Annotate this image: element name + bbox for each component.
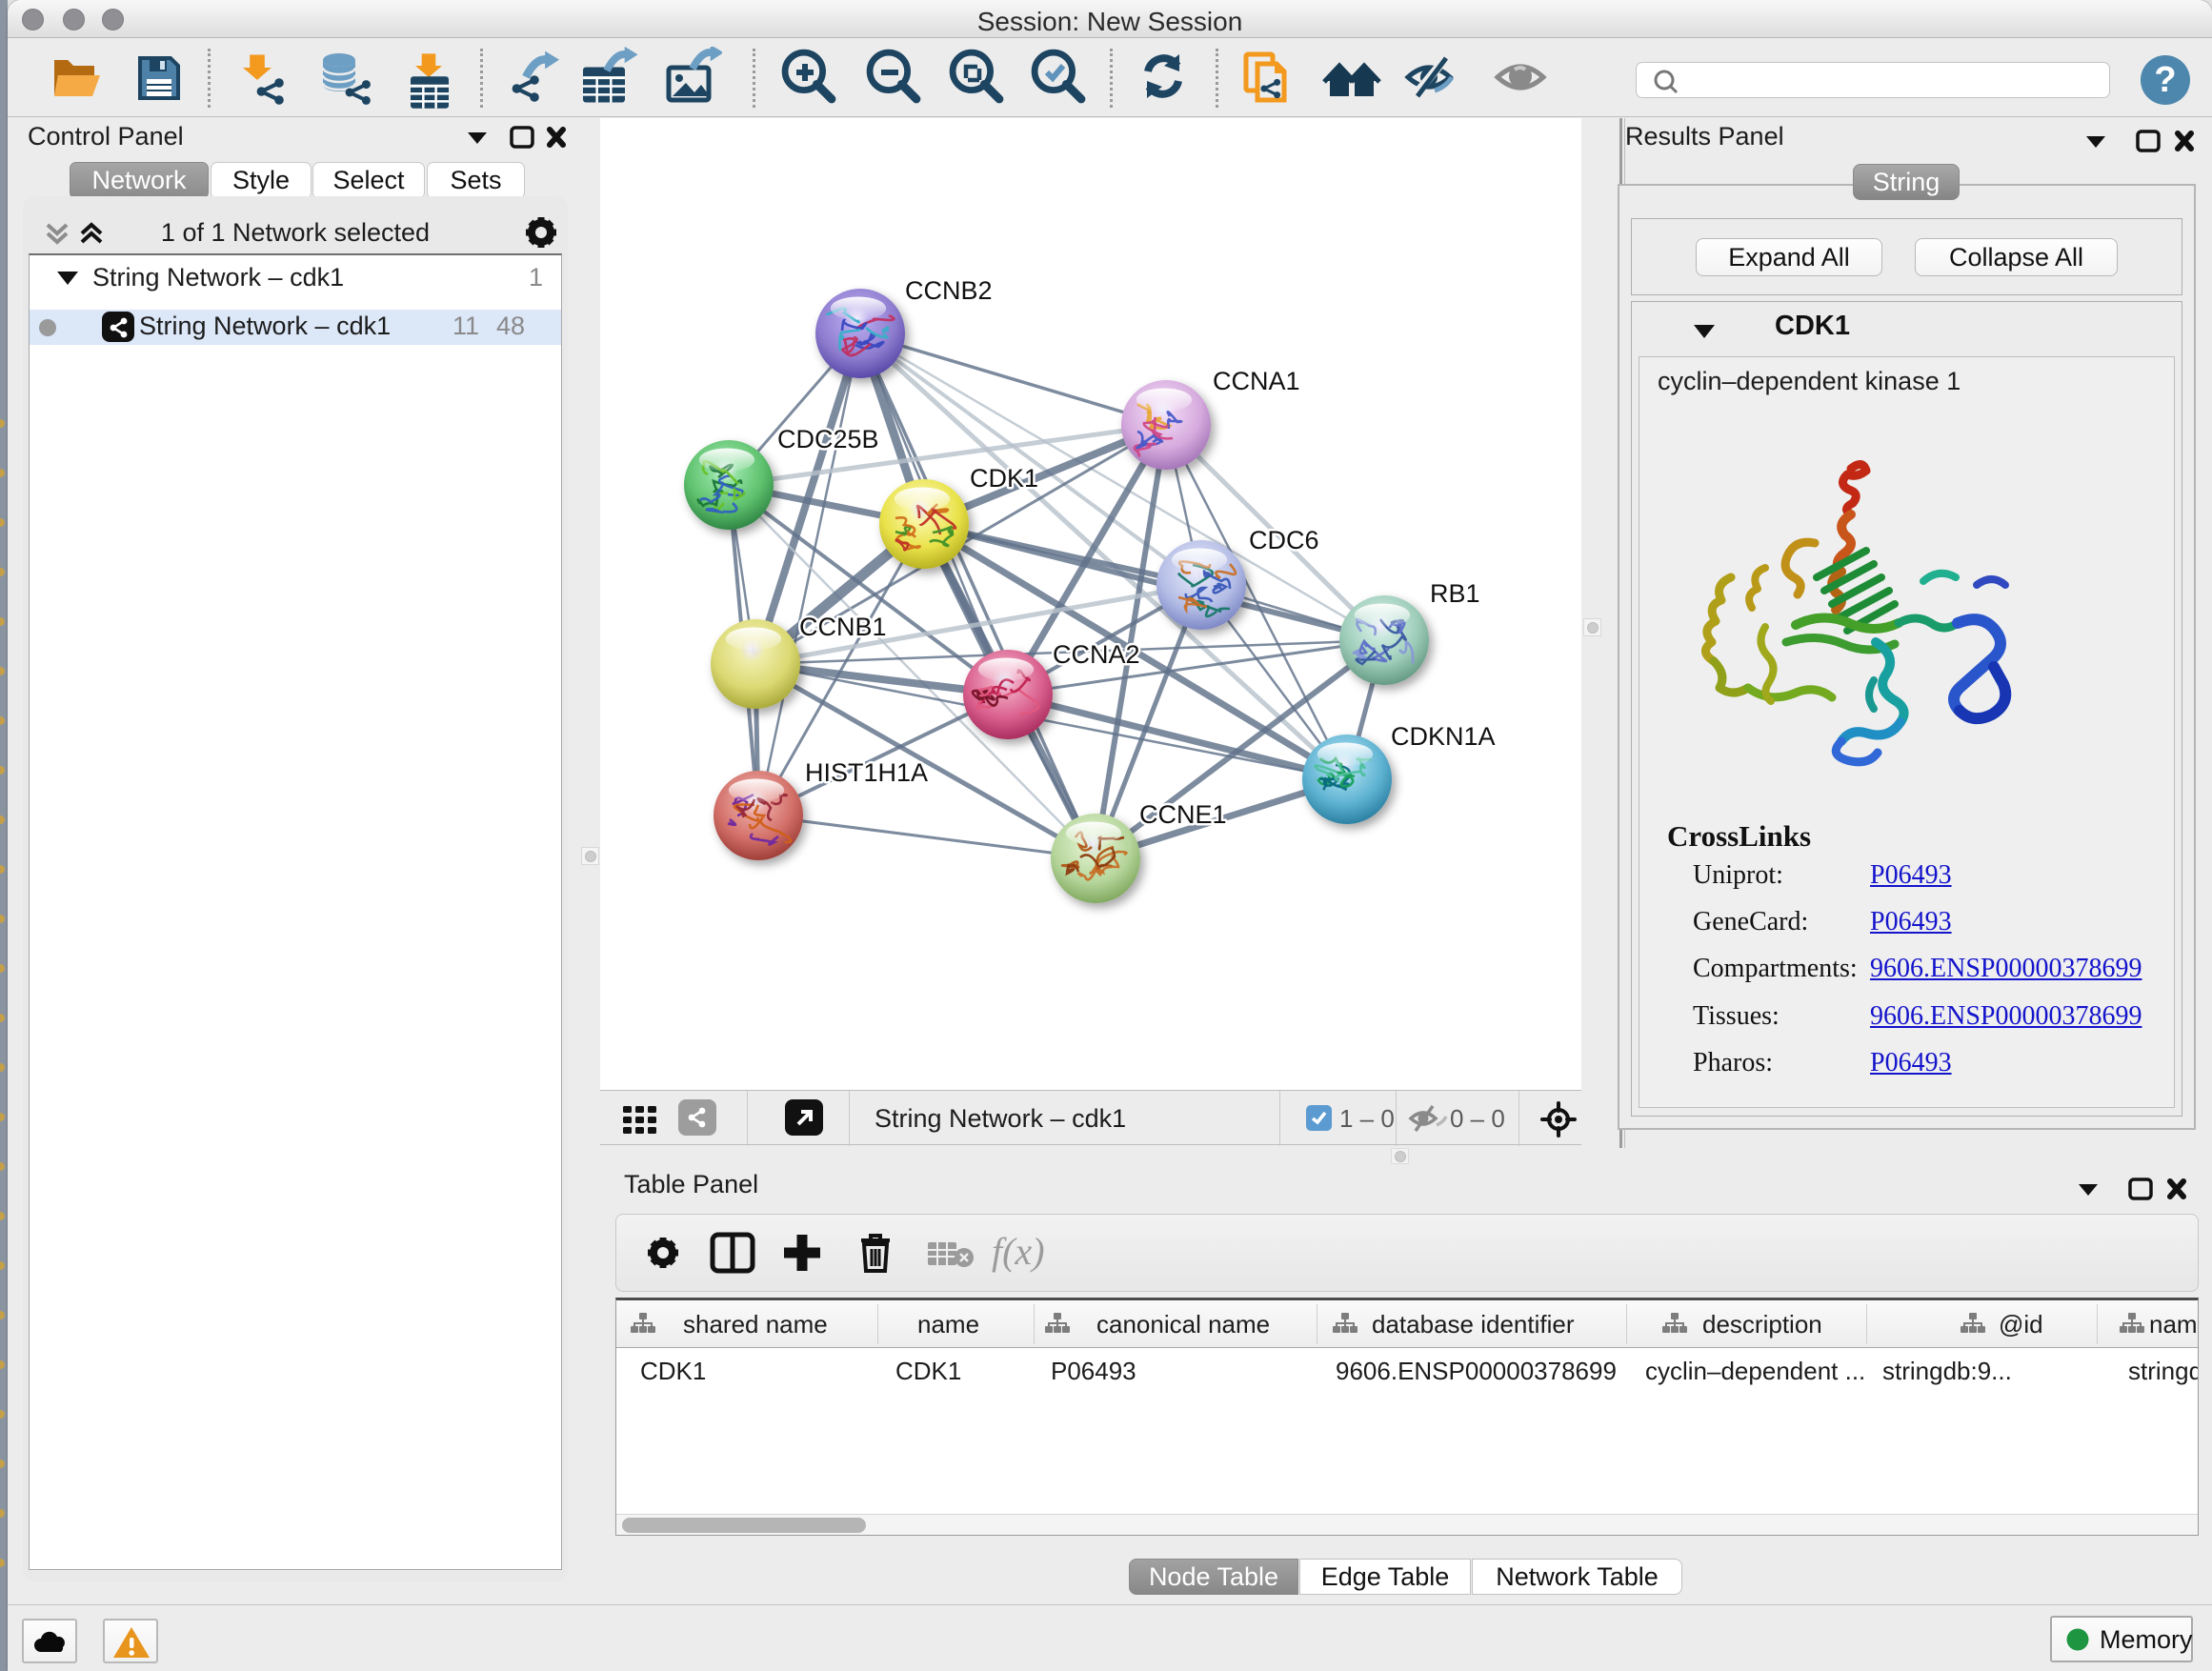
svg-text:CDKN1A: CDKN1A (1391, 722, 1496, 751)
svg-text:CCNA2: CCNA2 (1053, 640, 1140, 669)
svg-text:CCNE1: CCNE1 (1139, 800, 1227, 829)
svg-text:CDC25B: CDC25B (777, 425, 879, 453)
svg-text:CCNB2: CCNB2 (905, 276, 993, 305)
svg-text:CCNB1: CCNB1 (799, 613, 887, 641)
svg-text:HIST1H1A: HIST1H1A (805, 758, 928, 787)
svg-text:CDK1: CDK1 (970, 464, 1038, 493)
svg-text:RB1: RB1 (1430, 579, 1480, 608)
svg-text:CDC6: CDC6 (1249, 526, 1319, 554)
svg-text:?: ? (2154, 60, 2176, 100)
svg-text:CCNA1: CCNA1 (1213, 367, 1300, 395)
